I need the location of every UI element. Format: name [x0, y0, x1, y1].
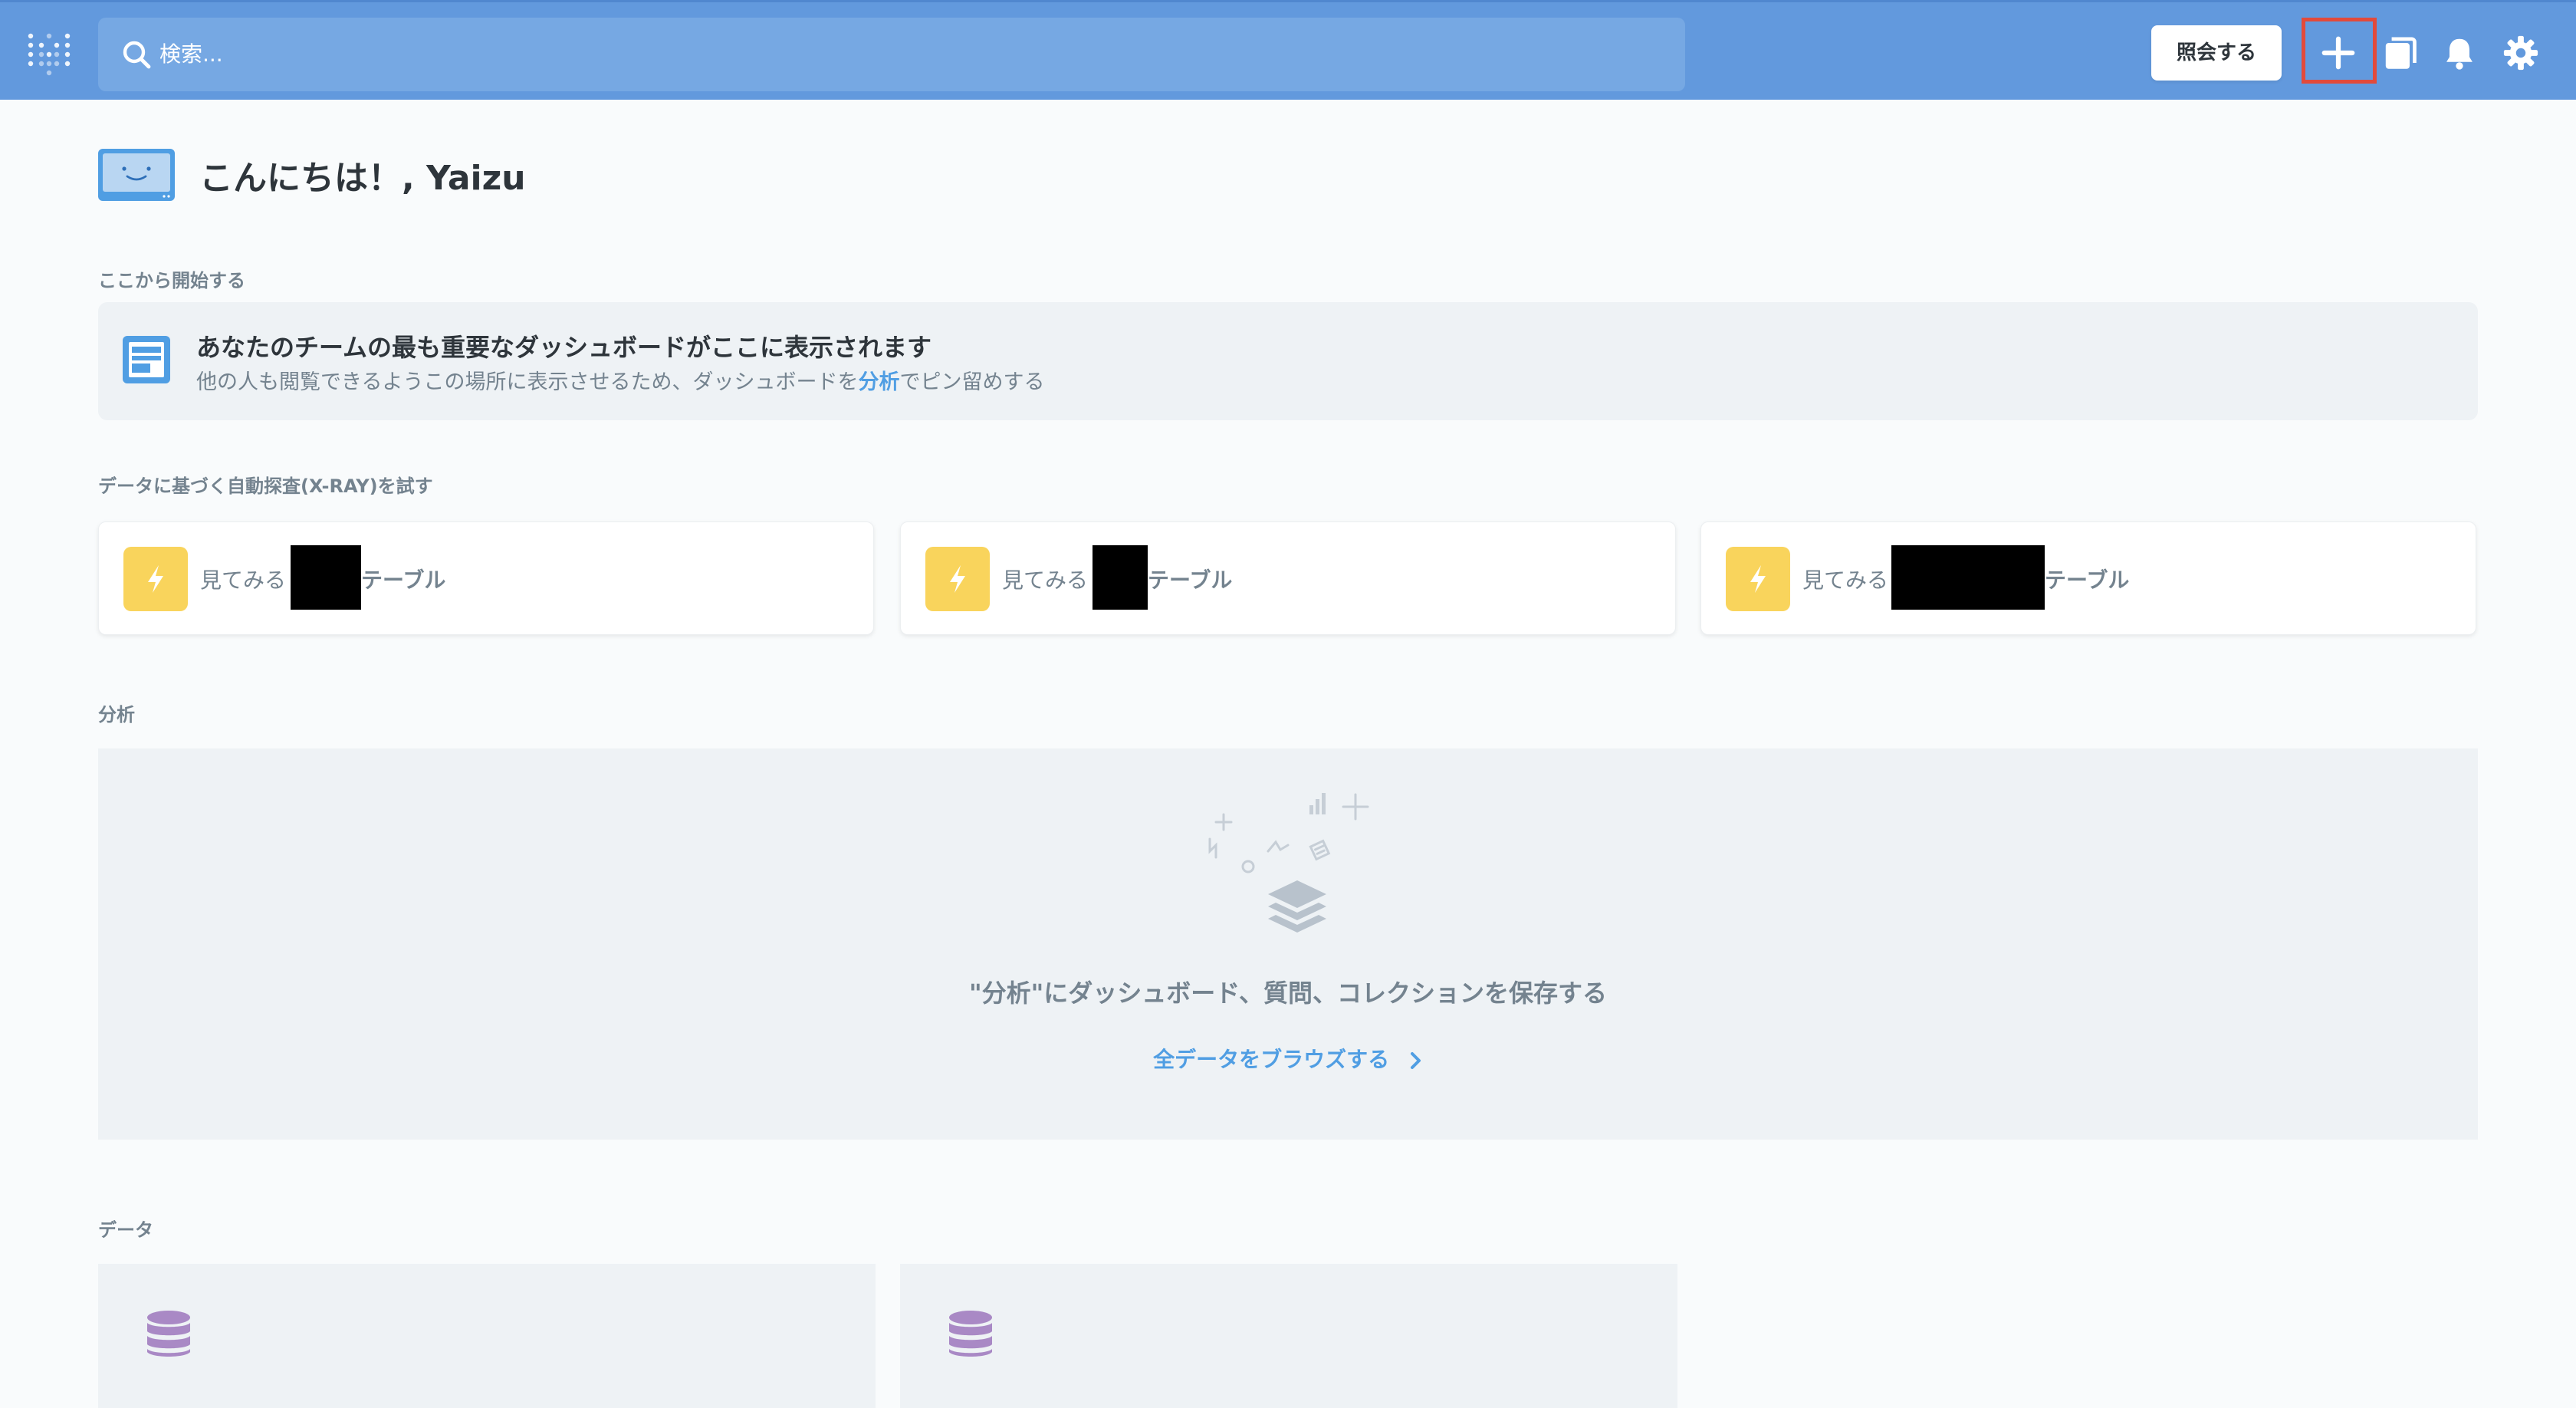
pinned-subtitle: 他の人も閲覧できるようこの場所に表示させるため、ダッシュボードを分析でピン留めす…: [196, 365, 1044, 395]
gear-icon[interactable]: [2501, 33, 2541, 73]
section-label-analytics: 分析: [98, 704, 135, 725]
xray-card-suffix: テーブル: [1148, 567, 1233, 593]
pinned-dashboards-panel: あなたのチームの最も重要なダッシュボードがここに表示されます 他の人も閲覧できる…: [98, 302, 2478, 420]
xray-card[interactable]: 見てみる テーブル: [98, 521, 874, 635]
xray-card-suffix: テーブル: [2045, 567, 2130, 593]
pinned-title: あなたのチームの最も重要なダッシュボードがここに表示されます: [196, 333, 932, 362]
bell-icon[interactable]: [2440, 33, 2479, 73]
analytics-link[interactable]: 分析: [858, 370, 899, 394]
pinned-subtitle-text-end: でピン留めする: [899, 370, 1045, 394]
xray-card-prefix: 見てみる: [1002, 567, 1089, 593]
database-icon: [147, 1311, 190, 1357]
dashboard-icon: [123, 336, 170, 383]
plus-button-highlight: [2302, 18, 2377, 84]
xray-card-prefix: 見てみる: [200, 567, 287, 593]
pinned-subtitle-text: 他の人も閲覧できるようこの場所に表示させるため、ダッシュボードを: [196, 370, 859, 394]
section-label-start: ここから開始する: [98, 270, 245, 291]
xray-card[interactable]: 見てみる テーブル: [900, 521, 1676, 635]
redacted-table-name: [291, 545, 361, 610]
xray-card-suffix: テーブル: [361, 567, 446, 593]
database-card[interactable]: [900, 1264, 1677, 1408]
section-label-xray: データに基づく自動探査(X-RAY)を試す: [98, 475, 433, 497]
database-icon: [949, 1311, 992, 1357]
redacted-table-name: [1891, 545, 2045, 610]
redacted-table-name: [1092, 545, 1148, 610]
search-bar[interactable]: 検索...: [98, 18, 1685, 91]
bolt-icon: [1726, 547, 1790, 611]
browse-link-label[interactable]: 全データをブラウズする: [1153, 1047, 1389, 1072]
chevron-right-icon: [1410, 1052, 1421, 1069]
collection-icon[interactable]: [2380, 33, 2420, 73]
top-navbar: 検索... 照会する: [0, 0, 2576, 100]
browse-all-data-link[interactable]: 全データをブラウズする: [98, 1043, 2478, 1074]
greeting-robot-icon: [98, 149, 175, 201]
xray-card[interactable]: 見てみる テーブル: [1700, 521, 2476, 635]
logo-icon[interactable]: [28, 30, 71, 77]
bolt-icon: [123, 547, 188, 611]
search-input[interactable]: 検索...: [159, 38, 223, 71]
query-button[interactable]: 照会する: [2151, 25, 2282, 81]
greeting-title: こんにちは！, Yaizu: [199, 159, 526, 198]
xray-card-prefix: 見てみる: [1802, 567, 1889, 593]
bolt-icon: [925, 547, 990, 611]
analytics-empty-state: "分析"にダッシュボード、質問、コレクションを保存する 全データをブラウズする: [98, 748, 2478, 1140]
database-card[interactable]: [98, 1264, 876, 1408]
empty-state-message: "分析"にダッシュボード、質問、コレクションを保存する: [968, 979, 1608, 1008]
search-icon: [123, 41, 151, 69]
empty-collection-illustration: [1208, 793, 1369, 933]
section-label-data: データ: [98, 1219, 153, 1241]
